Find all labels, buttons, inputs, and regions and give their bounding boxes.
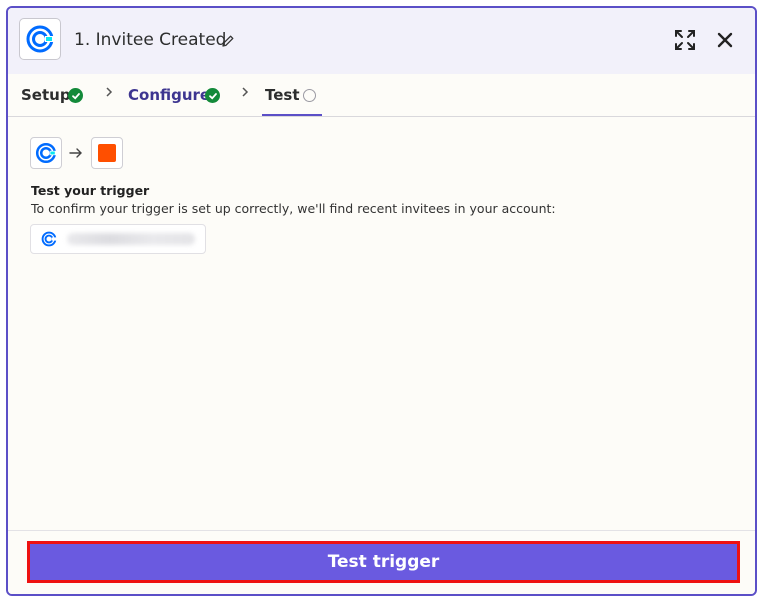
empty-circle-icon <box>303 89 316 102</box>
trigger-panel: 1. Invitee Created Setup Configure Test … <box>6 6 757 596</box>
arrow-right-icon <box>69 144 83 163</box>
tab-setup[interactable]: Setup <box>21 86 71 104</box>
section-title: Test your trigger <box>31 183 150 198</box>
test-trigger-button[interactable]: Test trigger <box>27 541 740 583</box>
check-circle-icon <box>68 88 83 103</box>
invitee-record[interactable] <box>30 224 206 254</box>
close-icon[interactable] <box>713 28 737 52</box>
calendly-logo-icon <box>30 137 62 169</box>
check-circle-icon <box>205 88 220 103</box>
active-tab-indicator <box>262 114 322 116</box>
calendly-logo-icon <box>19 18 61 60</box>
zapier-square-icon <box>91 137 123 169</box>
tab-test[interactable]: Test <box>265 86 300 104</box>
panel-footer: Test trigger <box>8 530 755 594</box>
calendly-logo-icon <box>41 231 57 251</box>
expand-icon[interactable] <box>673 28 697 52</box>
tab-configure[interactable]: Configure <box>128 86 210 104</box>
step-title[interactable]: 1. Invitee Created <box>74 30 226 50</box>
redacted-account-text <box>67 233 195 245</box>
chevron-right-icon <box>240 85 250 103</box>
chevron-right-icon <box>104 85 114 103</box>
panel-header: 1. Invitee Created <box>8 8 755 74</box>
pencil-icon[interactable] <box>221 33 235 47</box>
step-tabs: Setup Configure Test <box>8 74 755 117</box>
section-description: To confirm your trigger is set up correc… <box>31 201 556 216</box>
